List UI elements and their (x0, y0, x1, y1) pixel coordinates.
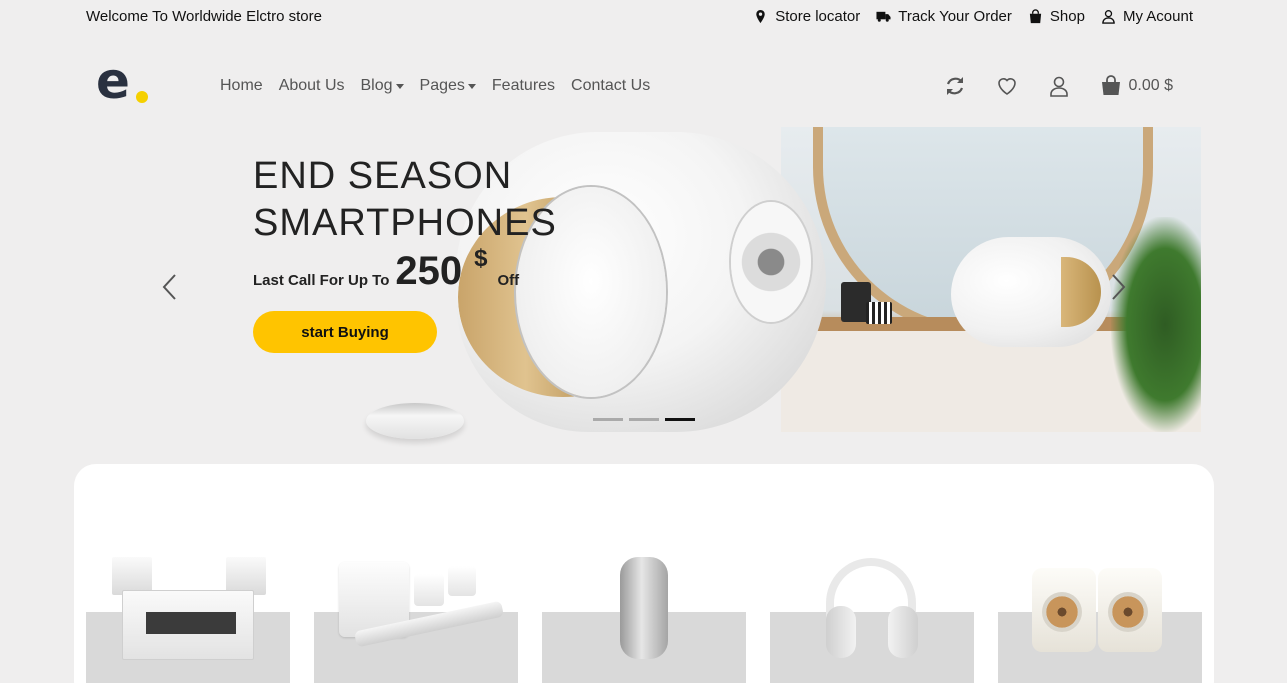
site-logo[interactable]: e (96, 52, 152, 110)
hero-title-line2: SMARTPHONES (253, 202, 557, 244)
cart-icon (1101, 75, 1120, 95)
product-card-portable-speaker[interactable] (542, 554, 746, 683)
hero-off-text: Off (497, 272, 520, 289)
caret-down-icon (467, 83, 476, 89)
speaker-box-shape (1098, 568, 1162, 652)
hero-pre-text: Last Call For Up To (253, 272, 390, 289)
product-cards (86, 554, 1202, 683)
satellite-shape (448, 566, 476, 596)
slide-indicator-2[interactable] (629, 418, 659, 421)
nav-home[interactable]: Home (220, 77, 263, 95)
nav-pages[interactable]: Pages (420, 77, 476, 95)
map-marker-icon (756, 9, 765, 24)
bookshelf-speakers-image (998, 554, 1202, 664)
product-card-headphones[interactable] (770, 554, 974, 683)
hero-text: END SEASON SMARTPHONES Last Call For Up … (253, 153, 557, 353)
nav-blog-label: Blog (360, 77, 393, 94)
shop-link[interactable]: Shop (1028, 8, 1085, 25)
welcome-text: Welcome To Worldwide Elctro store (86, 8, 322, 25)
nav-about-label: About Us (278, 77, 345, 94)
caret-down-icon (395, 83, 404, 89)
nav-about-us[interactable]: About Us (279, 77, 345, 95)
hero-title-line1: END SEASON (253, 155, 513, 197)
nav-features-label: Features (491, 77, 556, 94)
hero-room-image (781, 127, 1201, 432)
track-order-label: Track Your Order (898, 8, 1012, 25)
heart-icon[interactable] (995, 74, 1019, 98)
account-icon[interactable] (1047, 74, 1071, 98)
slide-indicator-1[interactable] (593, 418, 623, 421)
nav-home-label: Home (220, 77, 263, 94)
small-speaker-shape (951, 237, 1111, 347)
my-account-link[interactable]: My Acount (1101, 8, 1193, 25)
cup-shape (866, 302, 892, 324)
cart-button[interactable]: 0.00 $ (1099, 74, 1173, 98)
top-links: Store locator Track Your Order Shop My A… (753, 8, 1193, 25)
driver-shape (1108, 592, 1148, 632)
refresh-icon[interactable] (943, 74, 967, 98)
shopping-bag-icon (1029, 9, 1042, 24)
start-buying-button[interactable]: start Buying (253, 311, 437, 353)
logo-dot (136, 91, 148, 103)
hero-currency: $ (474, 245, 488, 272)
stereo-system-image (86, 554, 290, 664)
nav-blog[interactable]: Blog (361, 77, 404, 95)
store-locator-link[interactable]: Store locator (753, 8, 860, 25)
portable-speaker-image (542, 554, 746, 664)
hero-puck-image (366, 403, 464, 439)
hero-offer: Last Call For Up To 250 $ Off (253, 245, 557, 293)
store-locator-label: Store locator (775, 8, 861, 25)
slider-indicators (593, 418, 695, 421)
product-card-stereo-system[interactable] (86, 554, 290, 683)
nav-contact-label: Contact Us (571, 77, 651, 94)
nav-features[interactable]: Features (492, 77, 555, 95)
soundbar-system-image (314, 554, 518, 664)
cylinder-speaker-shape (620, 557, 668, 659)
speaker-woofer (731, 202, 811, 322)
slide-indicator-3[interactable] (665, 418, 695, 421)
shop-label: Shop (1049, 8, 1085, 25)
header-actions: 0.00 $ (943, 74, 1173, 98)
plant-shape (1111, 217, 1201, 432)
ear-cup-shape (888, 606, 918, 658)
speaker-box-shape (1032, 568, 1096, 652)
cart-total: 0.00 $ (1128, 77, 1173, 94)
product-card-bookshelf-speakers[interactable] (998, 554, 1202, 683)
slider-next-icon[interactable] (1110, 272, 1128, 302)
slider-prev-icon[interactable] (160, 272, 178, 302)
user-icon (1102, 10, 1115, 24)
my-account-label: My Acount (1122, 8, 1193, 25)
satellite-shape (414, 574, 444, 606)
track-order-link[interactable]: Track Your Order (876, 8, 1012, 25)
main-nav: Home About Us Blog Pages Features Contac… (220, 77, 650, 95)
headphones-image (770, 554, 974, 664)
hero-slider: END SEASON SMARTPHONES Last Call For Up … (86, 127, 1201, 447)
display-shape (146, 612, 236, 634)
nav-contact-us[interactable]: Contact Us (571, 77, 650, 95)
truck-icon (876, 11, 891, 22)
product-card-soundbar[interactable] (314, 554, 518, 683)
hero-price: 250 (395, 249, 463, 293)
top-bar: Welcome To Worldwide Elctro store Store … (0, 0, 1287, 34)
small-speaker-gold (1061, 257, 1101, 327)
ear-cup-shape (826, 606, 856, 658)
logo-letter: e (96, 52, 130, 110)
product-panel (74, 464, 1214, 683)
nav-pages-label: Pages (419, 77, 465, 94)
driver-shape (1042, 592, 1082, 632)
